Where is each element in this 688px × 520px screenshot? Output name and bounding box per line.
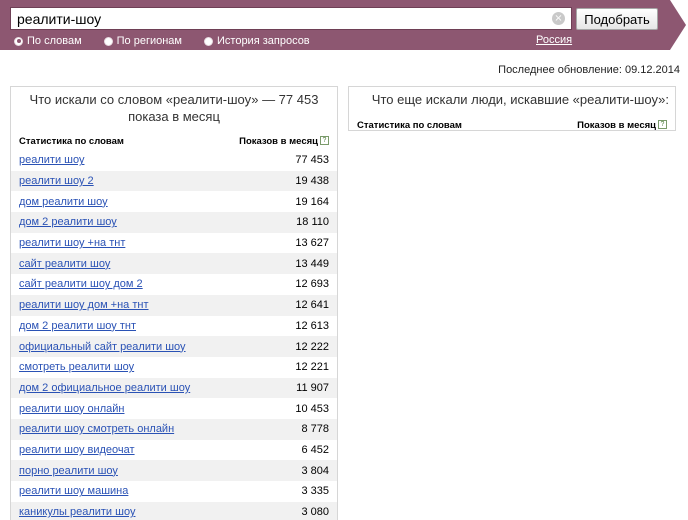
impression-count: 12 613: [295, 319, 329, 332]
table-row: дом 2 реалити шоу 18 110: [11, 212, 337, 233]
table-row: реалити шоу дом +на тнт 12 641: [11, 294, 337, 316]
phrase-link[interactable]: реалити шоу машина: [19, 485, 128, 497]
table-row: сайт реалити шоу дом 2 12 693: [11, 274, 337, 295]
impression-count: 3 804: [301, 464, 329, 477]
table-header: Статистика по словам Показов в месяц?: [349, 118, 675, 132]
phrase-link[interactable]: официальный сайт реалити шоу: [19, 341, 186, 353]
phrase-link[interactable]: сайт реалити шоу дом 2: [19, 278, 143, 290]
table-row: официальный сайт реалити шоу 12 222: [11, 336, 337, 357]
impression-count: 11 907: [296, 381, 329, 394]
panel-title: Что еще искали люди, искавшие «реалити-ш…: [371, 92, 669, 107]
word-stats-panel: Что искали со словом «реалити-шоу» — 77 …: [10, 86, 338, 520]
header-arrow: [670, 0, 686, 50]
mode-label: По регионам: [116, 35, 182, 47]
search-input[interactable]: [17, 8, 548, 29]
phrase-link[interactable]: порно реалити шоу: [19, 465, 118, 477]
phrase-link[interactable]: дом 2 официальное реалити шоу: [19, 382, 190, 394]
table-row: дом реалити шоу 19 164: [11, 191, 337, 213]
impression-count: 10 453: [295, 402, 329, 415]
phrase-link[interactable]: реалити шоу +на тнт: [19, 237, 125, 249]
table-row: сайт реалити шоу 13 449: [11, 253, 337, 275]
phrase-link[interactable]: реалити шоу видеочат: [19, 444, 135, 456]
impression-count: 18 110: [296, 216, 329, 229]
phrase-link[interactable]: дом реалити шоу: [19, 196, 108, 208]
impression-count: 6 452: [301, 443, 329, 456]
table-row: реалити шоу +на тнт 13 627: [11, 232, 337, 254]
col-words: Статистика по словам: [357, 119, 462, 131]
radio-icon[interactable]: [204, 36, 213, 46]
search-header-bar: × Подобрать По словам По регионам Истори…: [0, 0, 670, 50]
mode-query-history[interactable]: История запросов: [204, 35, 310, 47]
region-link[interactable]: Россия: [536, 34, 572, 46]
word-stats-table: реалити шоу 77 453 реалити шоу 2 19 438 дом …: [11, 150, 337, 520]
table-row: порно реалити шоу 3 804: [11, 460, 337, 481]
impression-count: 13 449: [295, 257, 329, 270]
mode-by-words[interactable]: По словам: [14, 35, 82, 47]
col-count-label: Показов в месяц: [239, 135, 318, 147]
impression-count: 3 080: [301, 506, 329, 519]
table-row: реалити шоу машина 3 335: [11, 481, 337, 502]
table-row: реалити шоу 2 19 438: [11, 170, 337, 192]
radio-icon[interactable]: [103, 36, 113, 46]
help-icon[interactable]: ?: [320, 136, 329, 146]
help-icon[interactable]: ?: [658, 120, 667, 130]
impression-count: 3 335: [301, 485, 329, 498]
impression-count: 12 693: [295, 278, 329, 291]
table-header: Статистика по словам Показов в месяц?: [11, 134, 337, 148]
impression-count: 77 453: [295, 154, 329, 167]
impression-count: 19 438: [295, 175, 329, 188]
mode-label: По словам: [27, 35, 82, 47]
table-row: дом 2 официальное реалити шоу 11 907: [11, 377, 337, 399]
col-count-label: Показов в месяц: [577, 119, 656, 131]
table-row: реалити шоу видеочат 6 452: [11, 439, 337, 461]
col-words: Статистика по словам: [19, 135, 124, 147]
col-count: Показов в месяц?: [239, 136, 329, 147]
table-row: каникулы реалити шоу 3 080: [11, 501, 337, 520]
panel-title: Что искали со словом «реалити-шоу» — 77 …: [29, 92, 319, 124]
phrase-link[interactable]: реалити шоу 2: [19, 175, 94, 187]
impression-count: 12 221: [295, 361, 329, 374]
table-row: реалити шоу 77 453: [11, 150, 337, 171]
last-update: Последнее обновление: 09.12.2014: [498, 64, 680, 76]
search-button[interactable]: Подобрать: [576, 8, 658, 30]
phrase-link[interactable]: каникулы реалити шоу: [19, 506, 135, 518]
impression-count: 13 627: [295, 237, 329, 250]
col-count: Показов в месяц?: [577, 120, 667, 131]
phrase-link[interactable]: смотреть реалити шоу: [19, 361, 134, 373]
impression-count: 12 222: [295, 340, 329, 353]
clear-icon[interactable]: ×: [552, 12, 565, 25]
search-mode-selector: По словам По регионам История запросов: [14, 34, 332, 48]
phrase-link[interactable]: реалити шоу дом +на тнт: [19, 299, 149, 311]
table-row: дом 2 реалити шоу тнт 12 613: [11, 315, 337, 337]
impression-count: 8 778: [301, 423, 329, 436]
impression-count: 19 164: [295, 195, 329, 208]
radio-icon[interactable]: [14, 36, 23, 46]
table-row: реалити шоу смотреть онлайн 8 778: [11, 418, 337, 440]
phrase-link[interactable]: дом 2 реалити шоу: [19, 216, 117, 228]
table-row: реалити шоу онлайн 10 453: [11, 398, 337, 419]
phrase-link[interactable]: дом 2 реалити шоу тнт: [19, 320, 136, 332]
related-queries-panel: Что еще искали люди, искавшие «реалити-ш…: [348, 86, 676, 131]
phrase-link[interactable]: реалити шоу: [19, 154, 84, 166]
phrase-link[interactable]: сайт реалити шоу: [19, 258, 110, 270]
phrase-link[interactable]: реалити шоу смотреть онлайн: [19, 423, 174, 435]
impression-count: 12 641: [295, 299, 329, 312]
phrase-link[interactable]: реалити шоу онлайн: [19, 403, 124, 415]
table-row: смотреть реалити шоу 12 221: [11, 356, 337, 378]
mode-by-regions[interactable]: По регионам: [103, 35, 182, 47]
search-box: ×: [10, 7, 572, 30]
mode-label: История запросов: [217, 35, 310, 47]
